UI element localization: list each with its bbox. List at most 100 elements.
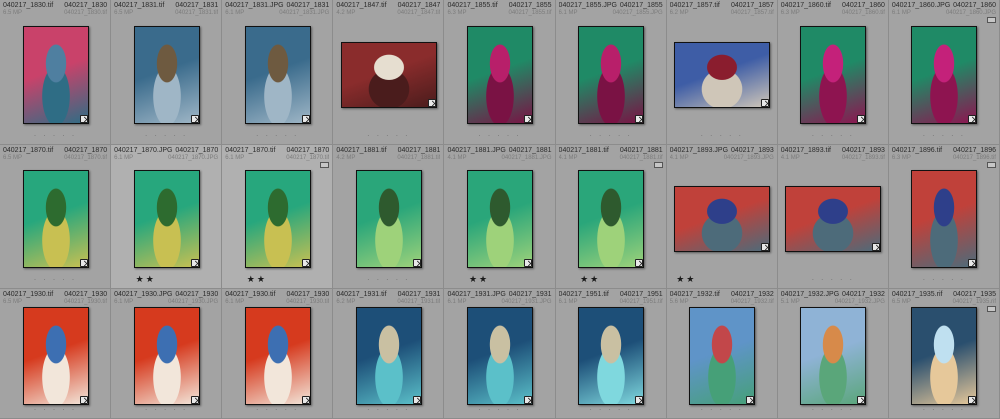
thumbnail-cell[interactable]: 040217_1931.JPG 040217_1931 6.1 MP 040217_1… — [444, 289, 556, 419]
photo-thumbnail[interactable] — [244, 307, 311, 405]
thumbnail-cell[interactable]: 040217_1870.JPG 040217_1870 6.1 MP 040217_1… — [111, 145, 223, 289]
thumbnail-cell[interactable]: 040217_1931.tif 040217_1931 6.2 MP 040217_1… — [333, 289, 445, 419]
star-rating[interactable]: · · · · · — [778, 405, 888, 414]
star-rating[interactable]: · · · · · — [0, 131, 110, 140]
photo-thumbnail[interactable] — [466, 170, 533, 268]
star-rating[interactable]: · · · · · — [444, 131, 554, 140]
thumbnail-cell[interactable]: 040217_1870.tif 040217_1870 6.1 MP 040217_1… — [222, 145, 334, 289]
secondary-filename-label: 040217_1951.tif — [619, 299, 663, 305]
photo-thumbnail[interactable] — [800, 307, 867, 405]
star-rating[interactable]: · · · · · — [222, 405, 332, 414]
star-rating[interactable]: · · · · · — [111, 131, 221, 140]
photo-thumbnail[interactable] — [800, 25, 867, 124]
photo-thumbnail[interactable] — [244, 170, 311, 268]
thumbnail-submeta: 4.2 MP 040217_1847.tif — [336, 9, 440, 17]
star-rating[interactable]: ★★ — [556, 275, 666, 284]
thumbnail-submeta: 6.5 MP 040217_1930.tif — [3, 298, 107, 306]
stack-icon[interactable] — [986, 17, 996, 23]
photo-thumbnail[interactable] — [355, 170, 422, 268]
thumbnail-cell[interactable]: 040217_1855.tif 040217_1855 6.3 MP 040217_1… — [444, 0, 556, 145]
star-rating[interactable]: · · · · · — [0, 405, 110, 414]
photo-thumbnail[interactable] — [578, 307, 645, 405]
stack-icon[interactable] — [986, 306, 996, 312]
thumbnail-cell[interactable]: 040217_1932.tif 040217_1932 5.6 MP 040217_1… — [666, 289, 778, 419]
secondary-filename-label: 040217_1831.tif — [175, 10, 219, 16]
thumbnail-cell[interactable]: 040217_1831.tif 040217_1831 6.5 MP 040217_1… — [111, 0, 223, 145]
star-rating[interactable]: · · · · · — [111, 405, 221, 414]
thumbnail-cell[interactable]: 040217_1881.JPG 040217_1881 4.1 MP 040217_1… — [444, 145, 556, 289]
thumbnail-cell[interactable]: 040217_1857.tif 040217_1857 6.2 MP 040217_1… — [666, 0, 778, 145]
star-rating[interactable]: · · · · · — [556, 405, 666, 414]
photo-thumbnail[interactable] — [340, 41, 437, 108]
photo-thumbnail[interactable] — [689, 307, 756, 405]
star-rating[interactable]: · · · · · — [333, 275, 443, 284]
photo-thumbnail[interactable] — [674, 186, 771, 252]
photo-thumbnail[interactable] — [911, 25, 978, 124]
edited-badge-icon — [635, 396, 644, 404]
star-rating[interactable]: ★★ — [667, 275, 777, 284]
photo-thumbnail[interactable] — [22, 25, 89, 124]
stack-icon[interactable] — [986, 162, 996, 168]
photo-thumbnail[interactable] — [578, 170, 645, 268]
thumbnail-cell[interactable]: 040217_1930.tif 040217_1930 6.5 MP 040217_1… — [0, 289, 112, 419]
star-rating[interactable]: · · · · · — [889, 131, 999, 140]
photo-thumbnail[interactable] — [911, 307, 978, 405]
thumbnail-cell[interactable]: 040217_1930.JPG 040217_1930 6.1 MP 040217_1… — [111, 289, 223, 419]
thumbnail-cell[interactable]: 040217_1855.JPG 040217_1855 6.1 MP 040217_1… — [555, 0, 667, 145]
thumbnail-submeta: 6.1 MP 040217_1870.tif — [225, 154, 329, 162]
photo-thumbnail[interactable] — [785, 186, 882, 252]
star-rating[interactable]: · · · · · — [444, 405, 554, 414]
thumbnail-cell[interactable]: 040217_1881.tif 040217_1881 4.2 MP 040217_1… — [333, 145, 445, 289]
megapixel-label: 5.6 MP — [669, 299, 689, 305]
star-rating[interactable]: · · · · · — [889, 405, 999, 414]
thumbnail-cell[interactable]: 040217_1881.tif 040217_1881 4.1 MP 040217_1… — [555, 145, 667, 289]
stack-icon[interactable] — [653, 162, 663, 168]
thumbnail-cell[interactable]: 040217_1896.tif 040217_1896 6.3 MP 040217_1… — [888, 145, 1000, 289]
secondary-filename-label: 040217_1930.tif — [286, 299, 330, 305]
star-rating[interactable]: · · · · · — [556, 131, 666, 140]
star-rating[interactable]: ★★ — [111, 275, 221, 284]
star-rating[interactable]: · · · · · — [333, 131, 443, 140]
photo-thumbnail[interactable] — [133, 25, 200, 124]
photo-thumbnail[interactable] — [133, 307, 200, 405]
thumbnail-cell[interactable]: 040217_1930.tif 040217_1930 6.1 MP 040217_1… — [222, 289, 334, 419]
thumbnail-cell[interactable]: 040217_1932.JPG 040217_1932 5.1 MP 040217_1… — [777, 289, 889, 419]
star-rating[interactable]: · · · · · — [778, 275, 888, 284]
thumbnail-cell[interactable]: 040217_1935.rif 040217_1935 6.5 MP 040217_1… — [888, 289, 1000, 419]
star-rating[interactable]: · · · · · — [889, 275, 999, 284]
stack-icon[interactable] — [320, 162, 330, 168]
photo-thumbnail[interactable] — [466, 25, 533, 124]
star-rating[interactable]: ★★ — [222, 275, 332, 284]
thumbnail-cell[interactable]: 040217_1831.JPG 040217_1831 6.1 MP 040217_1… — [222, 0, 334, 145]
photo-thumbnail[interactable] — [911, 170, 978, 268]
thumbnail-cell[interactable]: 040217_1893.tif 040217_1893 4.1 MP 040217_1… — [777, 145, 889, 289]
photo-thumbnail[interactable] — [22, 170, 89, 268]
secondary-filename-label: 040217_1881.tif — [397, 155, 441, 161]
photo-thumbnail[interactable] — [244, 25, 311, 124]
megapixel-label: 6.5 MP — [3, 10, 23, 16]
photo-thumbnail[interactable] — [22, 307, 89, 405]
photo-thumbnail[interactable] — [466, 307, 533, 405]
thumbnail-cell[interactable]: 040217_1830.tif 040217_1830 6.5 MP 040217_1… — [0, 0, 112, 145]
star-rating[interactable]: · · · · · — [0, 275, 110, 284]
star-rating[interactable]: · · · · · — [333, 405, 443, 414]
thumbnail-cell[interactable]: 040217_1951.tif 040217_1951 6.1 MP 040217_1… — [555, 289, 667, 419]
thumbnail-cell[interactable]: 040217_1847.tif 040217_1847 4.2 MP 040217_1… — [333, 0, 445, 145]
thumbnail-cell[interactable]: 040217_1870.tif 040217_1870 6.5 MP 040217_1… — [0, 145, 112, 289]
photo-thumbnail[interactable] — [674, 41, 771, 108]
thumbnail-submeta: 6.1 MP 040217_1831.JPG — [225, 9, 329, 17]
photo-thumbnail[interactable] — [133, 170, 200, 268]
thumbnail-submeta: 6.3 MP 040217_1855.tif — [447, 9, 551, 17]
thumbnail-cell[interactable]: 040217_1893.JPG 040217_1893 4.1 MP 040217_1… — [666, 145, 778, 289]
star-rating[interactable]: · · · · · — [667, 131, 777, 140]
star-rating[interactable]: · · · · · — [222, 131, 332, 140]
star-rating[interactable]: · · · · · — [778, 131, 888, 140]
star-rating[interactable]: · · · · · — [667, 405, 777, 414]
secondary-filename-label: 040217_1830.tif — [64, 10, 108, 16]
thumbnail-cell[interactable]: 040217_1860.JPG 040217_1860 6.1 MP 040217_1… — [888, 0, 1000, 145]
thumbnail-cell[interactable]: 040217_1860.tif 040217_1860 6.3 MP 040217_1… — [777, 0, 889, 145]
photo-thumbnail[interactable] — [578, 25, 645, 124]
photo-thumbnail[interactable] — [355, 307, 422, 405]
megapixel-label: 6.2 MP — [669, 10, 689, 16]
star-rating[interactable]: ★★ — [444, 275, 554, 284]
